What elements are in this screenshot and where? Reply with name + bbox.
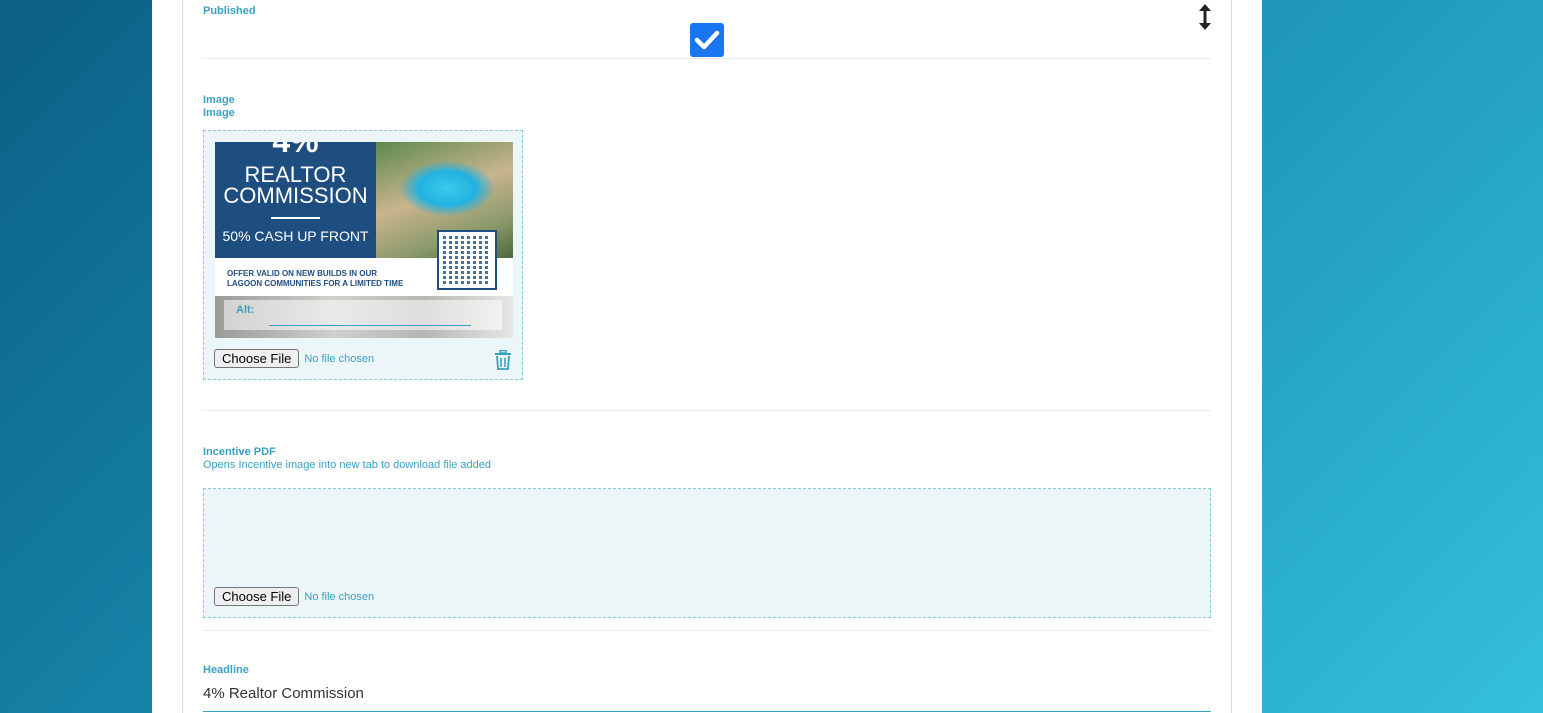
thumbnail-line2: COMMISSION <box>223 183 368 208</box>
incentive-pdf-label: Incentive PDF <box>203 446 276 458</box>
pdf-file-status: No file chosen <box>304 590 375 603</box>
headline-underline <box>203 711 1211 712</box>
headline-label: Headline <box>203 664 249 676</box>
image-file-input[interactable]: Choose File No file chosen <box>214 349 374 368</box>
thumbnail-big-text: 4% <box>215 142 376 157</box>
image-dropzone[interactable]: 4% REALTOR COMMISSION 50% CASH UP FRONT … <box>203 130 523 380</box>
thumbnail-line3: 50% CASH UP FRONT <box>222 228 369 244</box>
pdf-choose-file-button[interactable]: Choose File <box>214 587 300 606</box>
incentive-pdf-dropzone[interactable]: Choose File No file chosen <box>203 488 1211 618</box>
headline-input[interactable]: 4% Realtor Commission <box>203 685 364 702</box>
alt-label: Alt: <box>236 304 255 316</box>
incentive-pdf-help: Opens Incentive image into new tab to do… <box>203 459 492 471</box>
published-checkbox[interactable] <box>690 23 724 57</box>
form-panel: Published Image Image 4% REALTOR COMMISS… <box>152 0 1262 713</box>
checkmark-icon <box>694 30 720 50</box>
divider <box>203 58 1211 59</box>
image-label: Image <box>203 94 235 106</box>
trash-icon[interactable] <box>494 350 512 370</box>
image-file-status: No file chosen <box>304 352 375 365</box>
thumbnail-rule <box>271 217 320 219</box>
thumbnail-offer-line2: LAGOON COMMUNITIES FOR A LIMITED TIME <box>227 279 404 288</box>
divider <box>203 630 1211 631</box>
thumbnail-offer: OFFER VALID ON NEW BUILDS IN OUR LAGOON … <box>227 269 403 289</box>
form-card: Published Image Image 4% REALTOR COMMISS… <box>182 0 1232 713</box>
image-sublabel: Image <box>203 107 235 119</box>
alt-input[interactable] <box>269 307 471 326</box>
incentive-pdf-file-input[interactable]: Choose File No file chosen <box>214 587 374 606</box>
image-choose-file-button[interactable]: Choose File <box>214 349 300 368</box>
drag-handle-icon[interactable] <box>1196 3 1214 31</box>
thumbnail-offer-line1: OFFER VALID ON NEW BUILDS IN OUR <box>227 269 378 278</box>
image-thumbnail: 4% REALTOR COMMISSION 50% CASH UP FRONT … <box>215 142 513 338</box>
published-label: Published <box>203 5 256 17</box>
qr-code-icon <box>437 230 497 290</box>
divider <box>203 410 1211 411</box>
thumbnail-banner: 4% REALTOR COMMISSION 50% CASH UP FRONT <box>215 142 376 258</box>
